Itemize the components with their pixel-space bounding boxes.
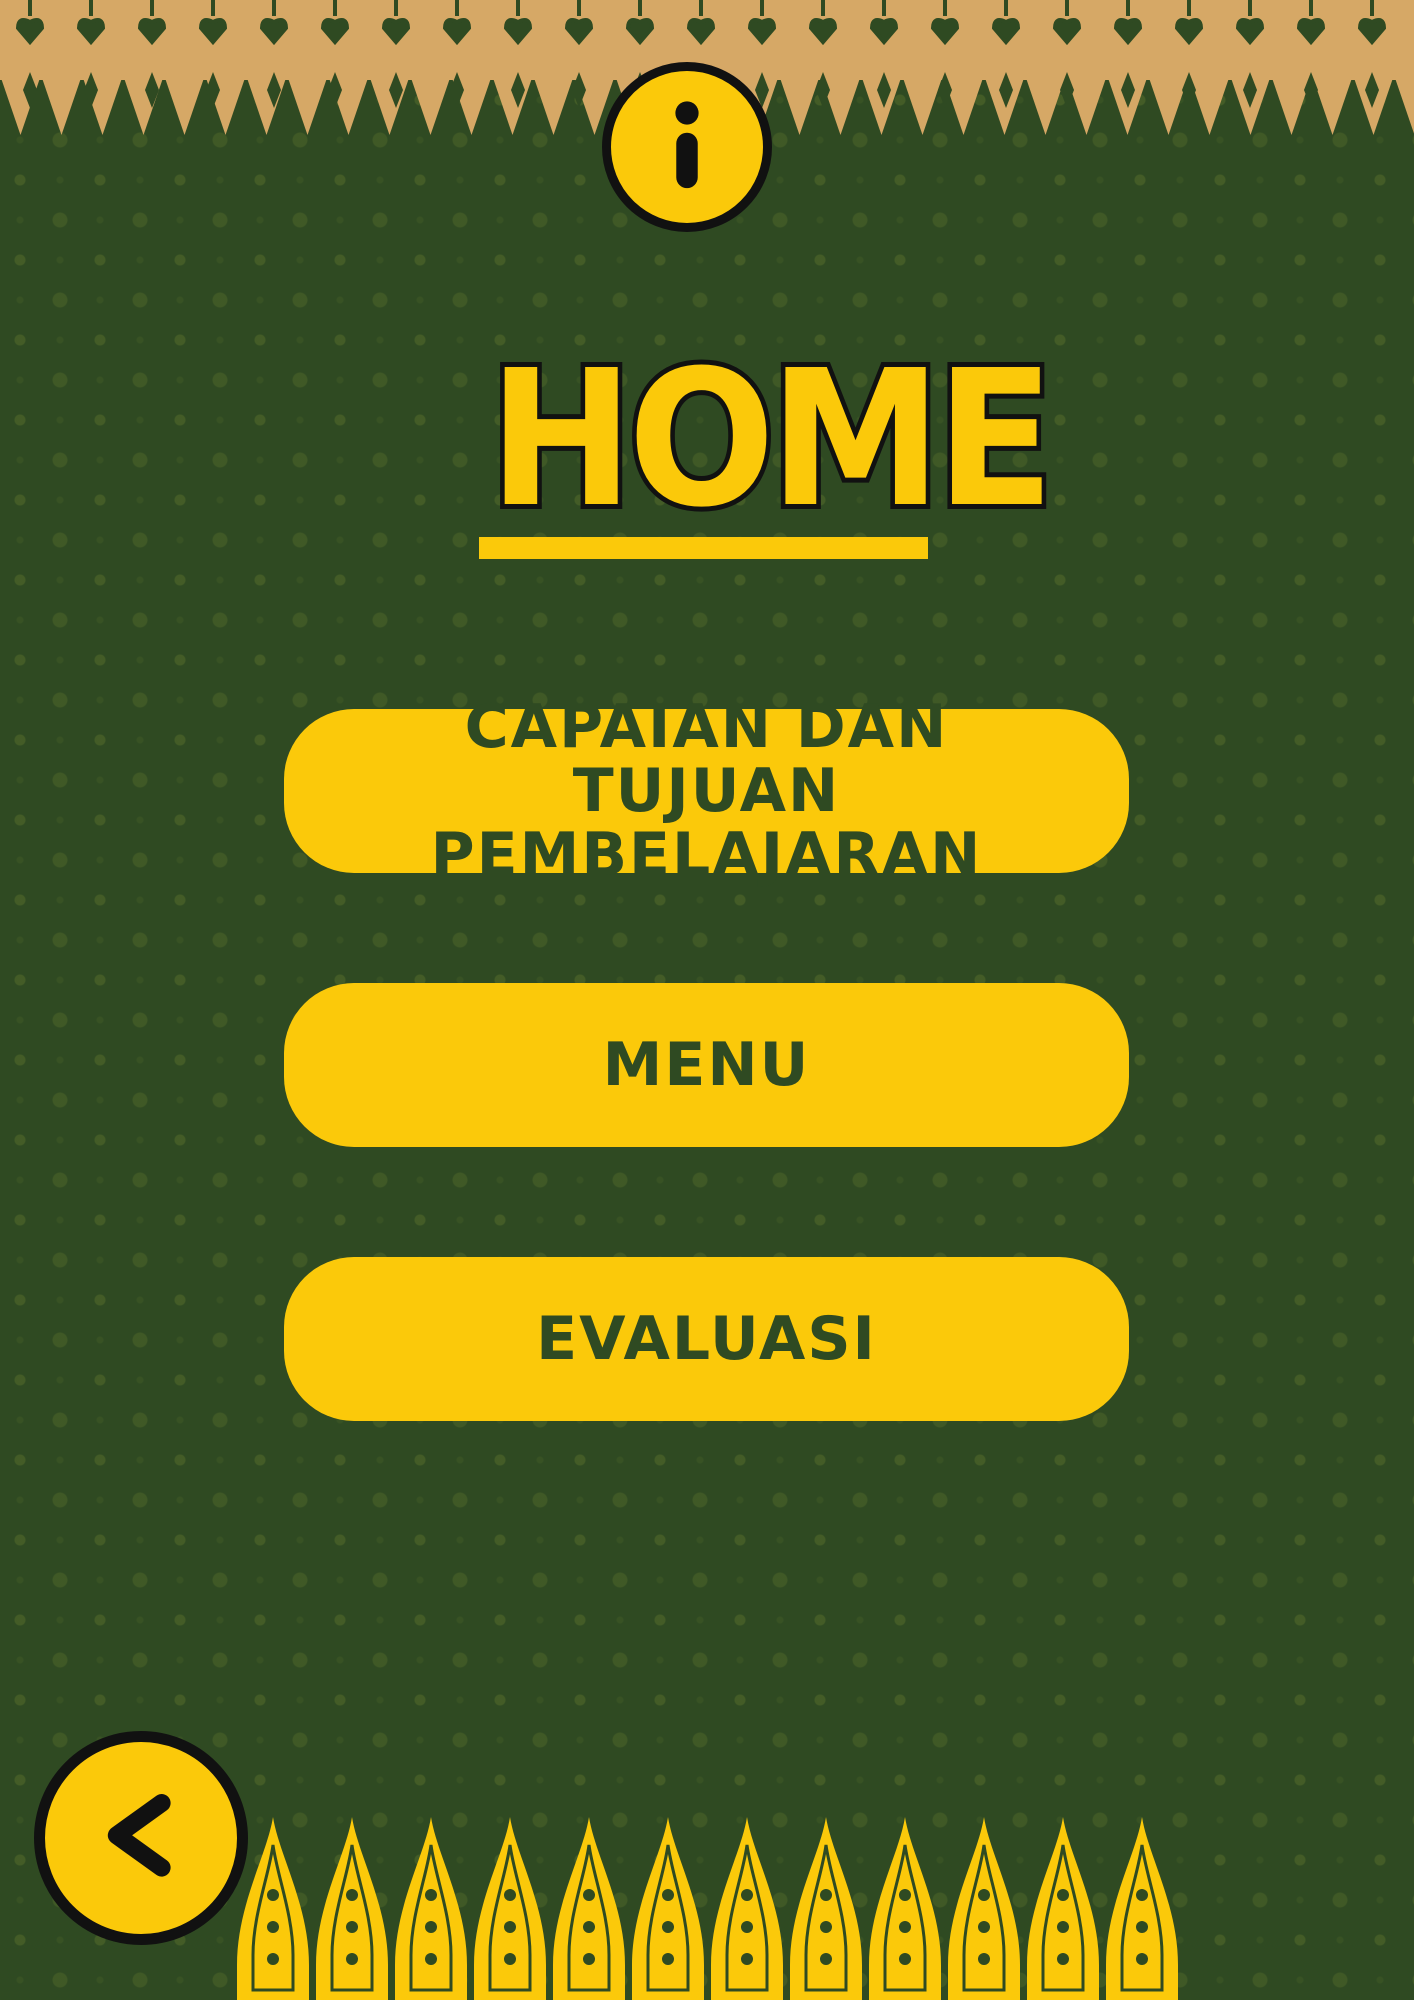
border-tooth xyxy=(1271,75,1312,135)
menu-label: MENU xyxy=(602,1030,811,1100)
border-tooth xyxy=(902,75,943,135)
border-tooth xyxy=(492,75,533,135)
title-underline xyxy=(479,537,928,559)
evaluation-button[interactable]: EVALUASI xyxy=(284,1257,1129,1421)
info-button[interactable] xyxy=(602,62,772,232)
spire-ornament xyxy=(948,1817,1020,2000)
info-icon xyxy=(675,101,699,189)
spire-ornament xyxy=(869,1817,941,2000)
spire-ornament xyxy=(316,1817,388,2000)
spire-ornament xyxy=(553,1817,625,2000)
bottom-ornament-border xyxy=(237,1817,1178,2000)
border-tooth xyxy=(0,75,41,135)
learning-outcomes-button[interactable]: CAPAIAN DAN TUJUAN PEMBELAJARAN xyxy=(284,695,1129,887)
border-tooth xyxy=(369,75,410,135)
border-tooth xyxy=(1394,75,1414,134)
chevron-left-icon xyxy=(107,1794,171,1877)
border-tooth xyxy=(41,75,82,135)
border-tooth xyxy=(1066,75,1107,135)
spire-ornament xyxy=(1106,1817,1178,2000)
evaluation-label: EVALUASI xyxy=(536,1304,877,1374)
border-tooth xyxy=(246,75,287,135)
border-tooth xyxy=(1189,75,1230,135)
spire-ornament xyxy=(711,1817,783,2000)
border-tooth xyxy=(287,75,328,135)
border-tooth xyxy=(1025,75,1066,135)
border-tooth xyxy=(1312,75,1353,135)
back-button[interactable] xyxy=(34,1731,248,1945)
spire-ornament xyxy=(632,1817,704,2000)
border-tooth xyxy=(1148,75,1189,135)
spire-ornament xyxy=(474,1817,546,2000)
spire-ornament xyxy=(1027,1817,1099,2000)
border-tooth xyxy=(123,75,164,135)
page-title: HOME xyxy=(484,330,1059,549)
spire-ornament xyxy=(790,1817,862,2000)
border-tooth xyxy=(533,75,574,135)
learning-outcomes-label: CAPAIAN DAN TUJUAN PEMBELAJARAN xyxy=(430,692,983,890)
spire-ornament xyxy=(395,1817,467,2000)
border-tooth xyxy=(410,75,451,135)
spire-ornament xyxy=(237,1817,309,2000)
menu-button[interactable]: MENU xyxy=(284,983,1129,1147)
border-tooth xyxy=(164,75,205,135)
border-tooth xyxy=(779,75,820,135)
